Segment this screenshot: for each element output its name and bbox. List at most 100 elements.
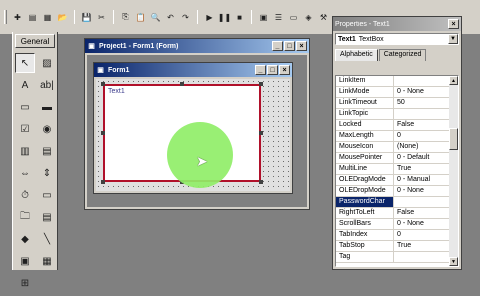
property-value[interactable]: 0 - None <box>394 186 449 196</box>
form1-maximize-button[interactable]: □ <box>267 65 278 75</box>
form1-close-button[interactable]: × <box>279 65 290 75</box>
property-value[interactable] <box>394 109 449 119</box>
property-value[interactable]: True <box>394 164 449 174</box>
image-tool-icon[interactable]: ▣ <box>15 251 35 271</box>
object-selector-combo[interactable]: Text1 TextBox ▼ <box>335 33 459 45</box>
toolbox-general-tab[interactable]: General <box>15 34 55 48</box>
property-value[interactable]: 0 - None <box>394 219 449 229</box>
property-row[interactable]: Locked False <box>336 120 449 131</box>
property-row[interactable]: LinkTopic <box>336 109 449 120</box>
pointer-tool-icon[interactable]: ↖ <box>15 53 35 73</box>
cut-icon[interactable]: ✂ <box>95 11 108 24</box>
redo-icon[interactable]: ↷ <box>179 11 192 24</box>
undo-icon[interactable]: ↶ <box>164 11 177 24</box>
project-close-button[interactable]: × <box>296 41 307 51</box>
property-row[interactable]: ScrollBars 0 - None <box>336 219 449 230</box>
property-value[interactable]: False <box>394 120 449 130</box>
ole-tool-icon[interactable]: ⊞ <box>15 273 35 293</box>
optionbutton-tool-icon[interactable]: ◉ <box>37 119 57 139</box>
dirlistbox-tool-icon[interactable]: 🗀 <box>15 207 35 227</box>
property-value[interactable]: 50 <box>394 98 449 108</box>
tab-alphabetic[interactable]: Alphabetic <box>335 49 378 61</box>
property-row[interactable]: RightToLeft False <box>336 208 449 219</box>
property-row[interactable]: TabStop True <box>336 241 449 252</box>
find-icon[interactable]: 🔍 <box>149 11 162 24</box>
project-explorer-icon[interactable]: ▣ <box>257 11 270 24</box>
property-row[interactable]: LinkMode 0 - None <box>336 87 449 98</box>
properties-window[interactable]: Properties - Text1 × Text1 TextBox ▼ Alp… <box>332 16 462 270</box>
property-value[interactable]: (None) <box>394 142 449 152</box>
resize-handle-w[interactable] <box>101 131 105 135</box>
property-row[interactable]: Tag <box>336 252 449 263</box>
project-window-titlebar[interactable]: ▣ Project1 - Form1 (Form) _ □ × <box>85 39 309 53</box>
label-tool-icon[interactable]: A <box>15 75 35 95</box>
resize-handle-sw[interactable] <box>101 180 105 184</box>
listbox-tool-icon[interactable]: ▤ <box>37 141 57 161</box>
property-value[interactable]: 0 <box>394 131 449 141</box>
hscrollbar-tool-icon[interactable]: ⇔ <box>15 163 35 183</box>
form-layout-icon[interactable]: ▭ <box>287 11 300 24</box>
property-row[interactable]: LinkTimeout 50 <box>336 98 449 109</box>
project-minimize-button[interactable]: _ <box>272 41 283 51</box>
property-row[interactable]: MousePointer 0 - Default <box>336 153 449 164</box>
toolbox-icon[interactable]: ⚒ <box>317 11 330 24</box>
property-value[interactable] <box>394 76 449 86</box>
start-icon[interactable]: ▶ <box>203 11 216 24</box>
save-project-icon[interactable]: 💾 <box>80 11 93 24</box>
paste-icon[interactable]: 📋 <box>134 11 147 24</box>
shape-tool-icon[interactable]: ◆ <box>15 229 35 249</box>
property-value[interactable]: False <box>394 208 449 218</box>
form1-minimize-button[interactable]: _ <box>255 65 266 75</box>
toolbar-grip[interactable] <box>4 10 7 24</box>
project-maximize-button[interactable]: □ <box>284 41 295 51</box>
property-row[interactable]: LinkItem <box>336 76 449 87</box>
property-row[interactable]: MultiLine True <box>336 164 449 175</box>
property-row[interactable]: TabIndex 0 <box>336 230 449 241</box>
form1-titlebar[interactable]: ▣ Form1 _ □ × <box>94 63 292 77</box>
scroll-down-icon[interactable]: ▼ <box>449 257 458 266</box>
property-row[interactable]: MouseIcon (None) <box>336 142 449 153</box>
properties-window-icon[interactable]: ☰ <box>272 11 285 24</box>
open-project-icon[interactable]: 📂 <box>56 11 69 24</box>
filelistbox-tool-icon[interactable]: ▤ <box>37 207 57 227</box>
combobox-tool-icon[interactable]: ▥ <box>15 141 35 161</box>
properties-close-button[interactable]: × <box>448 19 459 29</box>
property-value[interactable] <box>394 197 449 207</box>
vscrollbar-tool-icon[interactable]: ⇕ <box>37 163 57 183</box>
picturebox-tool-icon[interactable]: ▨ <box>37 53 57 73</box>
property-row[interactable]: OLEDragMode 0 - Manual <box>336 175 449 186</box>
copy-icon[interactable]: ⎘ <box>119 11 132 24</box>
commandbutton-tool-icon[interactable]: ▬ <box>37 97 57 117</box>
property-row[interactable]: PasswordChar <box>336 197 449 208</box>
resize-handle-nw[interactable] <box>101 82 105 86</box>
tab-categorized[interactable]: Categorized <box>378 49 427 61</box>
textbox-tool-icon[interactable]: ab| <box>37 75 57 95</box>
properties-scrollbar[interactable]: ▲ ▼ <box>449 76 458 266</box>
property-value[interactable]: 0 - Default <box>394 153 449 163</box>
object-browser-icon[interactable]: ◈ <box>302 11 315 24</box>
chevron-down-icon[interactable]: ▼ <box>448 34 458 44</box>
add-project-icon[interactable]: ✚ <box>11 11 24 24</box>
property-value[interactable]: True <box>394 241 449 251</box>
timer-tool-icon[interactable]: ⏱ <box>15 185 35 205</box>
menu-editor-icon[interactable]: ▦ <box>41 11 54 24</box>
property-row[interactable]: OLEDropMode 0 - None <box>336 186 449 197</box>
property-row[interactable]: MaxLength 0 <box>336 131 449 142</box>
properties-titlebar[interactable]: Properties - Text1 × <box>333 17 461 31</box>
break-icon[interactable]: ❚❚ <box>218 11 231 24</box>
frame-tool-icon[interactable]: ▭ <box>15 97 35 117</box>
end-icon[interactable]: ■ <box>233 11 246 24</box>
drivelistbox-tool-icon[interactable]: ▭ <box>37 185 57 205</box>
scroll-up-icon[interactable]: ▲ <box>449 76 458 85</box>
resize-handle-n[interactable] <box>180 82 184 86</box>
checkbox-tool-icon[interactable]: ☑ <box>15 119 35 139</box>
resize-handle-e[interactable] <box>259 131 263 135</box>
line-tool-icon[interactable]: ╲ <box>37 229 57 249</box>
property-value[interactable]: 0 <box>394 230 449 240</box>
scroll-thumb[interactable] <box>449 128 458 150</box>
property-value[interactable]: 0 - None <box>394 87 449 97</box>
data-tool-icon[interactable]: ▦ <box>37 251 57 271</box>
resize-handle-se[interactable] <box>259 180 263 184</box>
property-value[interactable]: 0 - Manual <box>394 175 449 185</box>
resize-handle-ne[interactable] <box>259 82 263 86</box>
